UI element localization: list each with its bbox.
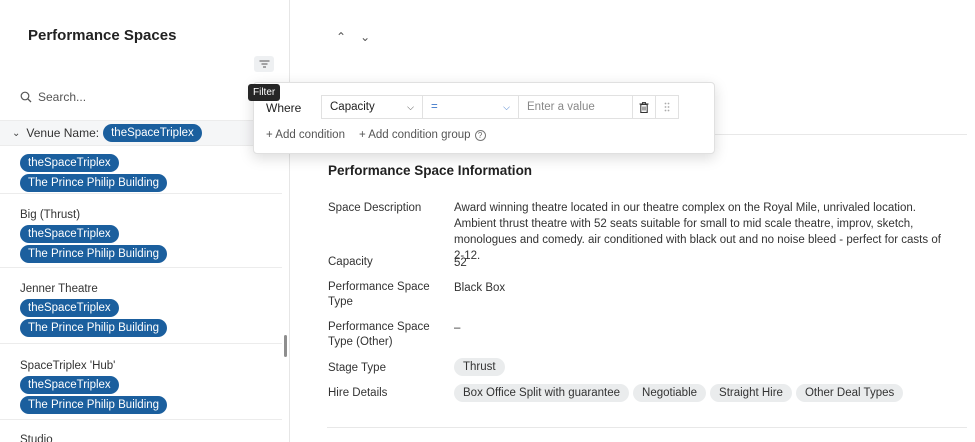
hire-detail-tag: Other Deal Types bbox=[795, 384, 904, 402]
record-name: Jenner Theatre bbox=[20, 283, 98, 295]
condition-field-select[interactable]: Capacity ⌵ bbox=[321, 95, 423, 119]
help-icon[interactable]: ? bbox=[474, 130, 486, 141]
hire-detail-tag: Box Office Split with guarantee bbox=[454, 384, 630, 402]
field-value-space-type-other: – bbox=[454, 322, 461, 334]
building-pill: The Prince Philip Building bbox=[20, 319, 168, 337]
search-placeholder: Search... bbox=[38, 90, 87, 104]
add-condition-button[interactable]: + Add condition bbox=[266, 129, 345, 141]
field-label-space-type: Performance Space Type bbox=[328, 281, 430, 308]
trash-icon bbox=[639, 101, 649, 113]
hire-detail-tag: Negotiable bbox=[633, 384, 707, 402]
field-value-hire-details: Box Office Split with guarantee Negotiabl… bbox=[454, 384, 954, 402]
chevron-down-icon[interactable]: ⌄ bbox=[12, 128, 20, 139]
search-icon bbox=[20, 91, 32, 103]
group-label: Venue Name: bbox=[26, 126, 100, 140]
condition-value-placeholder: Enter a value bbox=[527, 101, 595, 113]
building-pill: The Prince Philip Building bbox=[20, 245, 168, 263]
chevron-up-icon[interactable]: ⌃ bbox=[336, 30, 346, 44]
field-label-hire-details: Hire Details bbox=[328, 387, 388, 399]
add-condition-group-button[interactable]: + Add condition group? bbox=[359, 129, 486, 141]
list-item[interactable]: Studio bbox=[0, 420, 282, 442]
filter-popover: Where Capacity ⌵ = ⌵ Enter a value + Add… bbox=[253, 82, 715, 154]
condition-field-value: Capacity bbox=[330, 101, 375, 113]
field-label-stage-type: Stage Type bbox=[328, 362, 386, 374]
record-name: SpaceTriplex 'Hub' bbox=[20, 360, 116, 372]
filter-actions: + Add condition + Add condition group? bbox=[266, 129, 486, 141]
list-item[interactable]: SpaceTriplex 'Hub' theSpaceTriplex The P… bbox=[0, 344, 282, 420]
stage-type-tag: Thrust bbox=[454, 358, 505, 376]
drag-handle[interactable] bbox=[655, 95, 679, 119]
where-label: Where bbox=[266, 101, 302, 115]
section-title: Performance Space Information bbox=[328, 163, 533, 178]
filter-icon bbox=[259, 60, 269, 68]
record-name: Studio bbox=[20, 434, 53, 442]
sidebar-scrollbar[interactable] bbox=[284, 335, 287, 357]
field-value-stage-type: Thrust bbox=[454, 358, 954, 376]
chevron-down-icon: ⌵ bbox=[503, 101, 510, 112]
record-list: theSpaceTriplex The Prince Philip Buildi… bbox=[0, 148, 282, 442]
list-item[interactable]: Big (Thrust) theSpaceTriplex The Prince … bbox=[0, 194, 282, 268]
chevron-down-icon: ⌵ bbox=[407, 101, 414, 112]
condition-operator-value: = bbox=[431, 101, 438, 113]
delete-condition-button[interactable] bbox=[632, 95, 656, 119]
building-pill: The Prince Philip Building bbox=[20, 396, 168, 414]
venue-pill: theSpaceTriplex bbox=[20, 225, 119, 243]
chevron-down-icon[interactable]: ⌄ bbox=[360, 30, 370, 44]
field-label-capacity: Capacity bbox=[328, 256, 373, 268]
condition-operator-select[interactable]: = ⌵ bbox=[422, 95, 519, 119]
record-detail: ⌃ ⌄ Performance Space Information Space … bbox=[291, 0, 975, 442]
hire-detail-tag: Straight Hire bbox=[710, 384, 792, 402]
add-condition-group-label: + Add condition group bbox=[358, 129, 471, 141]
field-value-space-type: Black Box bbox=[454, 282, 506, 294]
group-value-pill: theSpaceTriplex bbox=[103, 124, 202, 142]
filter-tooltip: Filter bbox=[248, 84, 281, 101]
divider bbox=[327, 427, 967, 428]
group-header[interactable]: ⌄ Venue Name: theSpaceTriplex bbox=[0, 120, 289, 146]
venue-pill: theSpaceTriplex bbox=[20, 299, 119, 317]
drag-dots-icon bbox=[664, 102, 670, 112]
field-label-space-type-other: Performance Space Type (Other) bbox=[328, 321, 430, 348]
building-pill: The Prince Philip Building bbox=[20, 174, 168, 192]
condition-value-input[interactable]: Enter a value bbox=[518, 95, 633, 119]
list-item[interactable]: theSpaceTriplex The Prince Philip Buildi… bbox=[0, 148, 282, 194]
filter-button[interactable] bbox=[254, 56, 274, 72]
field-value-capacity: 52 bbox=[454, 257, 467, 269]
record-nav: ⌃ ⌄ bbox=[336, 30, 370, 44]
record-name: Big (Thrust) bbox=[20, 209, 81, 221]
search-input[interactable]: Search... bbox=[20, 85, 260, 109]
venue-pill: theSpaceTriplex bbox=[20, 376, 119, 394]
sidebar-title: Performance Spaces bbox=[28, 27, 177, 44]
field-label-space-description: Space Description bbox=[328, 202, 422, 214]
venue-pill: theSpaceTriplex bbox=[20, 154, 119, 172]
sidebar: Performance Spaces Search... ⌄ Venue Nam… bbox=[0, 0, 290, 442]
list-item[interactable]: Jenner Theatre theSpaceTriplex The Princ… bbox=[0, 268, 282, 344]
